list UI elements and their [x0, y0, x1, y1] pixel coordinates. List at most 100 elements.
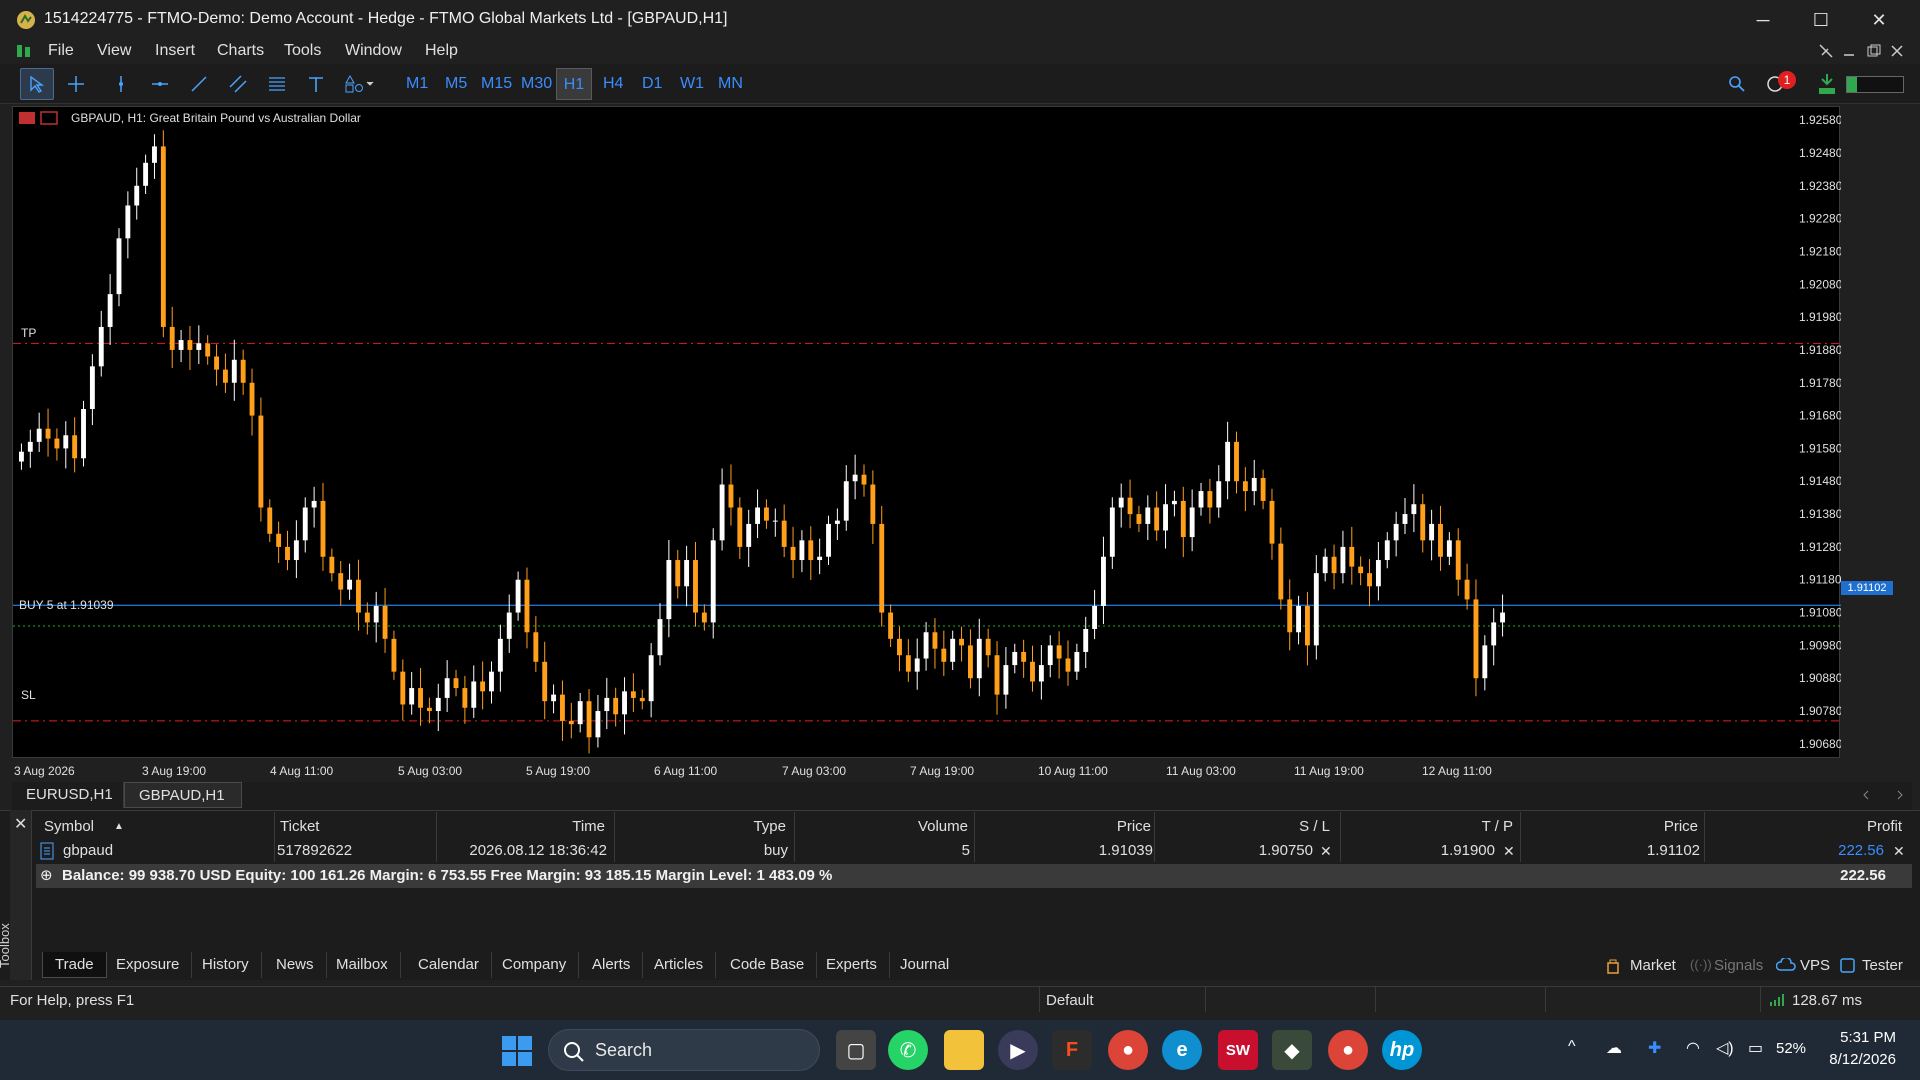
menu-view[interactable]: View [97, 40, 131, 62]
solidworks-icon[interactable]: SW [1218, 1030, 1258, 1070]
col-type[interactable]: Type [620, 816, 786, 838]
tab-experts[interactable]: Experts [814, 952, 890, 978]
col-current-price[interactable]: Price [1520, 816, 1698, 838]
tester-button[interactable]: Tester [1862, 957, 1903, 974]
menu-window[interactable]: Window [345, 40, 402, 62]
figma-icon[interactable]: F [1052, 1030, 1092, 1070]
cursor-tool[interactable] [20, 68, 54, 100]
tab-code-base[interactable]: Code Base [718, 952, 818, 978]
search-icon[interactable] [1728, 75, 1746, 93]
maximize-button[interactable]: ☐ [1792, 0, 1850, 40]
whatsapp-icon[interactable]: ✆ [888, 1030, 928, 1070]
shapes-tool[interactable] [338, 68, 382, 100]
hp-icon[interactable]: hp [1382, 1030, 1422, 1070]
price-chart[interactable]: 1.92580 1.92480 1.92380 1.92280 1.92180 1.920… [12, 106, 1893, 759]
metatrader-taskbar-icon[interactable]: ◆ [1272, 1030, 1312, 1070]
timeframe-w1[interactable]: W1 [676, 68, 708, 100]
fibonacci-tool[interactable] [260, 68, 294, 100]
menu-tools[interactable]: Tools [284, 40, 321, 62]
market-button[interactable]: Market [1630, 957, 1676, 974]
tab-exposure[interactable]: Exposure [104, 952, 193, 978]
candlestick-chart[interactable]: 1.92580 1.92480 1.92380 1.92280 1.92180 1.920… [13, 107, 1841, 759]
expand-icon[interactable]: ⊕ [40, 864, 53, 888]
chart-tab-eurusd[interactable]: EURUSD,H1 [12, 782, 124, 808]
tab-company[interactable]: Company [490, 952, 580, 978]
menu-help[interactable]: Help [425, 40, 458, 62]
position-symbol[interactable]: gbpaud [63, 840, 113, 862]
close-position-icon[interactable]: ✕ [1893, 840, 1905, 862]
menu-file[interactable]: File [48, 40, 74, 62]
timeframe-m15[interactable]: M15 [477, 68, 516, 100]
volume-icon[interactable]: ◁) [1716, 1038, 1734, 1058]
close-toolbox-icon[interactable]: ✕ [14, 814, 27, 834]
tab-history[interactable]: History [190, 952, 262, 978]
trendline-tool[interactable] [182, 68, 216, 100]
tab-alerts[interactable]: Alerts [580, 952, 644, 978]
timeframe-m5[interactable]: M5 [441, 68, 471, 100]
show-hidden-icons[interactable]: ^ [1568, 1038, 1576, 1056]
candle-body [1012, 651, 1018, 666]
col-volume[interactable]: Volume [800, 816, 968, 838]
vps-button[interactable]: VPS [1800, 957, 1830, 974]
timeframe-h4[interactable]: H4 [599, 68, 627, 100]
battery-icon[interactable]: ▭ [1748, 1038, 1763, 1058]
file-explorer-icon[interactable] [944, 1030, 984, 1070]
tab-trade[interactable]: Trade [42, 952, 107, 978]
remove-sl-icon[interactable]: ✕ [1320, 840, 1332, 862]
tab-mailbox[interactable]: Mailbox [324, 952, 401, 978]
col-price[interactable]: Price [980, 816, 1151, 838]
y-tick-label: 1.92480 [1799, 146, 1841, 160]
signals-button[interactable]: Signals [1714, 957, 1763, 974]
tab-news[interactable]: News [264, 952, 327, 978]
edge-icon[interactable]: e [1162, 1030, 1202, 1070]
timeframe-d1[interactable]: D1 [638, 68, 666, 100]
vertical-line-tool[interactable] [104, 68, 138, 100]
position-take-profit[interactable]: 1.91900 [1340, 840, 1495, 862]
timeframe-mn[interactable]: MN [714, 68, 747, 100]
timeframe-h1[interactable]: H1 [556, 68, 592, 100]
toolbox-side-tab[interactable]: Toolbox [0, 810, 32, 980]
col-symbol[interactable]: Symbol [44, 816, 94, 838]
clock-date[interactable]: 8/12/2026 [1800, 1051, 1896, 1068]
balance-line: Balance: 99 938.70 USD Equity: 100 161.2… [62, 867, 833, 884]
position-label[interactable]: BUY 5 at 1.91039 [19, 598, 114, 612]
minimize-button[interactable]: ─ [1734, 0, 1792, 40]
text-tool[interactable] [299, 68, 333, 100]
tab-articles[interactable]: Articles [642, 952, 717, 978]
task-view-icon[interactable]: ▢ [836, 1030, 876, 1070]
menu-charts[interactable]: Charts [217, 40, 264, 62]
col-tp[interactable]: T / P [1340, 816, 1513, 838]
crosshair-tool[interactable] [59, 68, 93, 100]
taskbar-search[interactable]: Search [548, 1029, 820, 1071]
onedrive-icon[interactable]: ☁ [1606, 1038, 1622, 1058]
chrome-icon[interactable]: ● [1108, 1030, 1148, 1070]
col-profit[interactable]: Profit [1710, 816, 1902, 838]
channel-tool[interactable] [221, 68, 255, 100]
vpn-icon[interactable]: ✚ [1648, 1038, 1661, 1058]
chart-tabs-scroll-icon[interactable] [1862, 788, 1906, 802]
chrome-profile-icon[interactable]: ● [1328, 1030, 1368, 1070]
col-ticket[interactable]: Ticket [280, 816, 319, 838]
close-button[interactable]: ✕ [1850, 0, 1908, 40]
level-icon[interactable] [1816, 72, 1838, 96]
position-open-price: 1.91039 [1098, 842, 1153, 859]
position-stop-loss[interactable]: 1.90750 [1160, 840, 1313, 862]
col-time[interactable]: Time [440, 816, 605, 838]
wifi-icon[interactable]: ◠ [1686, 1038, 1700, 1058]
windows-start-icon[interactable] [502, 1036, 532, 1066]
col-sl[interactable]: S / L [1160, 816, 1330, 838]
tab-calendar[interactable]: Calendar [406, 952, 492, 978]
profile-name[interactable]: Default [1046, 992, 1094, 1009]
window-controls-icons[interactable] [1818, 43, 1914, 59]
media-player-icon[interactable]: ▶ [998, 1030, 1038, 1070]
horizontal-line-tool[interactable] [143, 68, 177, 100]
timeframe-m30[interactable]: M30 [517, 68, 556, 100]
chart-tab-gbpaud[interactable]: GBPAUD,H1 [124, 782, 242, 808]
timeframe-m1[interactable]: M1 [402, 68, 432, 100]
tab-journal[interactable]: Journal [888, 952, 961, 978]
remove-tp-icon[interactable]: ✕ [1503, 840, 1515, 862]
candle-body [418, 688, 423, 708]
menu-insert[interactable]: Insert [155, 40, 195, 62]
candle-body [1163, 504, 1168, 531]
clock-time[interactable]: 5:31 PM [1820, 1029, 1896, 1046]
